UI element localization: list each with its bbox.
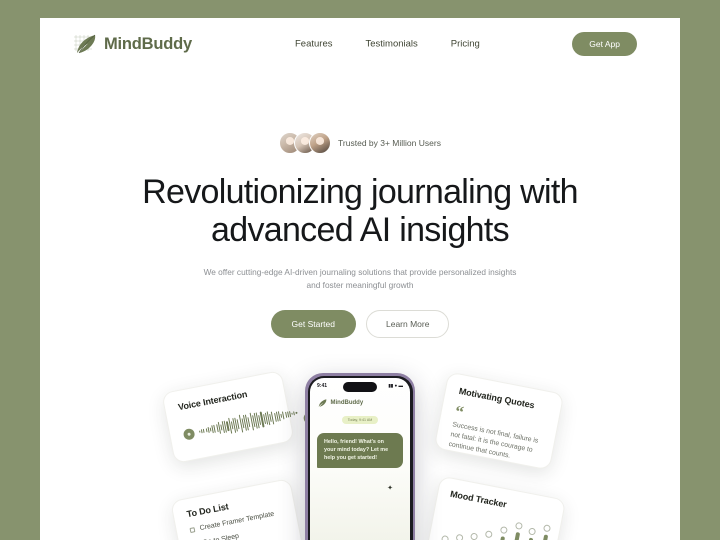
trust-badge: Trusted by 3+ Million Users: [40, 132, 680, 154]
phone-screen: 9:41 ▮▮ ● ▬ MindBuddy Today, 9:41 AM Hel…: [310, 378, 410, 540]
mood-face-icon: [514, 521, 524, 530]
mood-bar-column: [467, 532, 479, 540]
brand-logo[interactable]: MindBuddy: [73, 32, 192, 56]
audio-waveform: [197, 403, 299, 442]
get-app-button[interactable]: Get App: [572, 32, 637, 56]
feather-leaf-icon: [73, 32, 99, 56]
voice-interaction-card[interactable]: Voice Interaction: [161, 370, 316, 464]
mood-bar-column: [480, 530, 493, 540]
dynamic-island: [343, 382, 377, 392]
mood-bar: [495, 536, 505, 540]
mood-tracker-card[interactable]: Mood Tracker: [425, 475, 567, 540]
mood-face-icon: [455, 533, 464, 540]
mood-bar-column: [439, 534, 450, 540]
headline-line-2: advanced AI insights: [211, 211, 510, 250]
mood-bar-column: [494, 525, 508, 540]
nav-link-pricing[interactable]: Pricing: [451, 39, 480, 50]
checkbox-icon[interactable]: [189, 527, 196, 534]
top-navigation: MindBuddy Features Testimonials Pricing …: [40, 18, 680, 70]
hero-cta-row: Get Started Learn More: [40, 310, 680, 339]
mood-bar-column: [453, 533, 464, 540]
get-started-button[interactable]: Get Started: [270, 310, 356, 339]
feather-leaf-icon: [317, 398, 328, 408]
mic-button-icon[interactable]: [182, 427, 196, 441]
mood-bar-column: [535, 524, 552, 540]
motivating-quotes-card[interactable]: Motivating Quotes “ Success is not final…: [433, 371, 565, 471]
page-frame: MindBuddy Features Testimonials Pricing …: [40, 18, 680, 540]
nav-link-testimonials[interactable]: Testimonials: [366, 39, 418, 50]
avatar: [309, 132, 332, 154]
mood-bar: [509, 531, 520, 540]
feature-showcase: Voice Interaction To Do List Create Fram…: [40, 356, 680, 540]
nav-links: Features Testimonials Pricing: [295, 39, 480, 50]
voice-waveform-row: [182, 407, 316, 445]
mood-face-icon: [528, 527, 537, 536]
mood-face-icon: [484, 530, 493, 539]
mood-bar: [536, 534, 548, 540]
headline-line-1: Revolutionizing journaling with: [142, 173, 578, 211]
chat-bubble: Hello, friend! What's on your mind today…: [317, 433, 403, 469]
phone-mockup: 9:41 ▮▮ ● ▬ MindBuddy Today, 9:41 AM Hel…: [305, 373, 415, 540]
trust-text: Trusted by 3+ Million Users: [338, 138, 441, 148]
hero-subtitle: We offer cutting-edge AI-driven journali…: [203, 266, 517, 291]
phone-app-brand: MindBuddy: [317, 398, 403, 408]
avatar-group: [279, 132, 332, 154]
hero-section: Trusted by 3+ Million Users Revolutioniz…: [40, 70, 680, 339]
mood-bar-column: [508, 521, 524, 540]
mood-face-icon: [542, 524, 552, 533]
mood-bar-column: [522, 527, 537, 540]
todo-item-label: Go to Sleep: [202, 532, 240, 540]
mood-face-icon: [440, 534, 450, 540]
todo-list-card[interactable]: To Do List Create Framer Template Go to …: [170, 478, 304, 540]
page-title: Revolutionizing journaling with advanced…: [40, 173, 680, 250]
nav-link-features[interactable]: Features: [295, 39, 333, 50]
voice-card-title: Voice Interaction: [177, 389, 249, 413]
learn-more-button[interactable]: Learn More: [366, 310, 450, 339]
mood-face-icon: [469, 532, 479, 540]
sparkle-icon: ✦: [387, 485, 393, 492]
status-icons: ▮▮ ● ▬: [388, 383, 403, 388]
mood-face-icon: [499, 525, 508, 535]
brand-name: MindBuddy: [104, 34, 193, 53]
status-time: 9:41: [317, 383, 328, 389]
date-badge: Today, 9:41 AM: [341, 416, 379, 424]
phone-brand-name: MindBuddy: [330, 400, 364, 406]
phone-bezel: 9:41 ▮▮ ● ▬ MindBuddy Today, 9:41 AM Hel…: [307, 375, 413, 540]
